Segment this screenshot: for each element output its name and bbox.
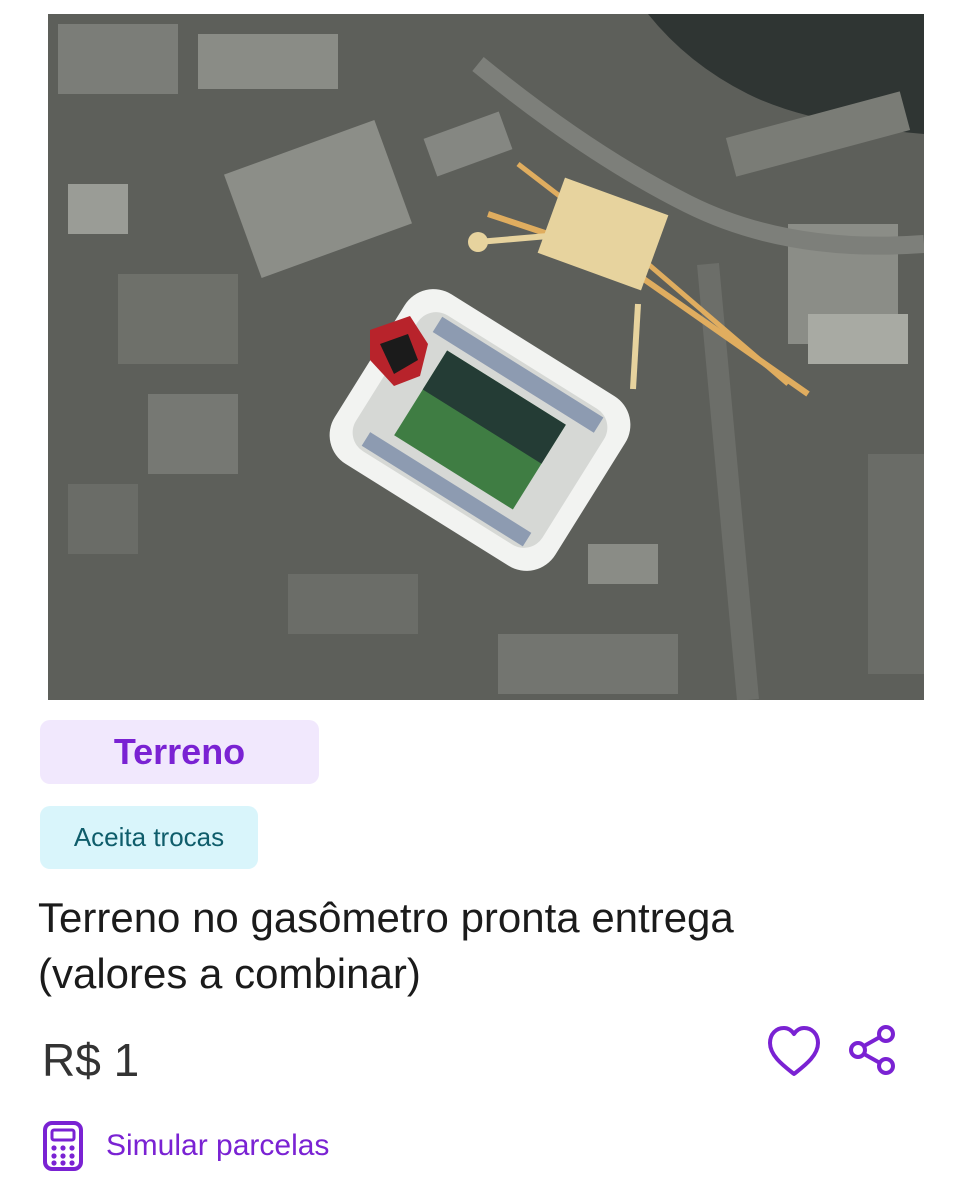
listing-photo[interactable] bbox=[48, 14, 924, 700]
simulate-installments-label: Simular parcelas bbox=[106, 1129, 330, 1162]
share-icon bbox=[849, 1025, 895, 1075]
title-line-2: (valores a combinar) bbox=[38, 950, 421, 997]
listing-title: Terreno no gasômetro pronta entrega (val… bbox=[38, 890, 938, 1002]
share-button[interactable] bbox=[846, 1022, 902, 1078]
accepts-trade-badge: Aceita trocas bbox=[40, 806, 258, 869]
title-line-1: Terreno no gasômetro pronta entrega bbox=[38, 894, 734, 941]
simulate-installments-link[interactable]: Simular parcelas bbox=[42, 1118, 329, 1174]
favorite-button[interactable] bbox=[764, 1022, 824, 1082]
aerial-stadium-image bbox=[48, 14, 924, 700]
heart-outline-icon bbox=[768, 1026, 820, 1076]
category-label: Terreno bbox=[113, 731, 246, 772]
trade-badge-label: Aceita trocas bbox=[73, 822, 225, 852]
calculator-icon bbox=[43, 1121, 83, 1171]
category-tag: Terreno bbox=[40, 720, 319, 784]
listing-price: R$ 1 bbox=[42, 1034, 140, 1086]
